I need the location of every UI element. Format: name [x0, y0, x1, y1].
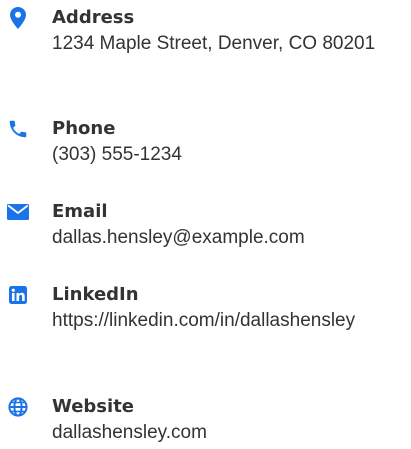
phone-label: Phone [52, 118, 116, 139]
phone-icon [6, 117, 30, 141]
contact-info-list: Address 1234 Maple Street, Denver, CO 80… [0, 0, 411, 449]
phone-value[interactable]: (303) 555-1234 [52, 141, 382, 169]
linkedin-icon [6, 283, 30, 307]
email-value[interactable]: dallas.hensley@example.com [52, 224, 382, 252]
envelope-icon [6, 200, 30, 224]
globe-icon [6, 395, 30, 419]
website-label: Website [52, 396, 135, 417]
website-value[interactable]: dallashensley.com [52, 419, 382, 447]
linkedin-value[interactable]: https://linkedin.com/in/dallashensley [52, 307, 382, 335]
email-label: Email [52, 201, 108, 222]
address-value: 1234 Maple Street, Denver, CO 80201 [52, 33, 376, 54]
linkedin-label: LinkedIn [52, 284, 139, 305]
map-pin-icon [6, 6, 30, 30]
address-label: Address [52, 7, 135, 28]
